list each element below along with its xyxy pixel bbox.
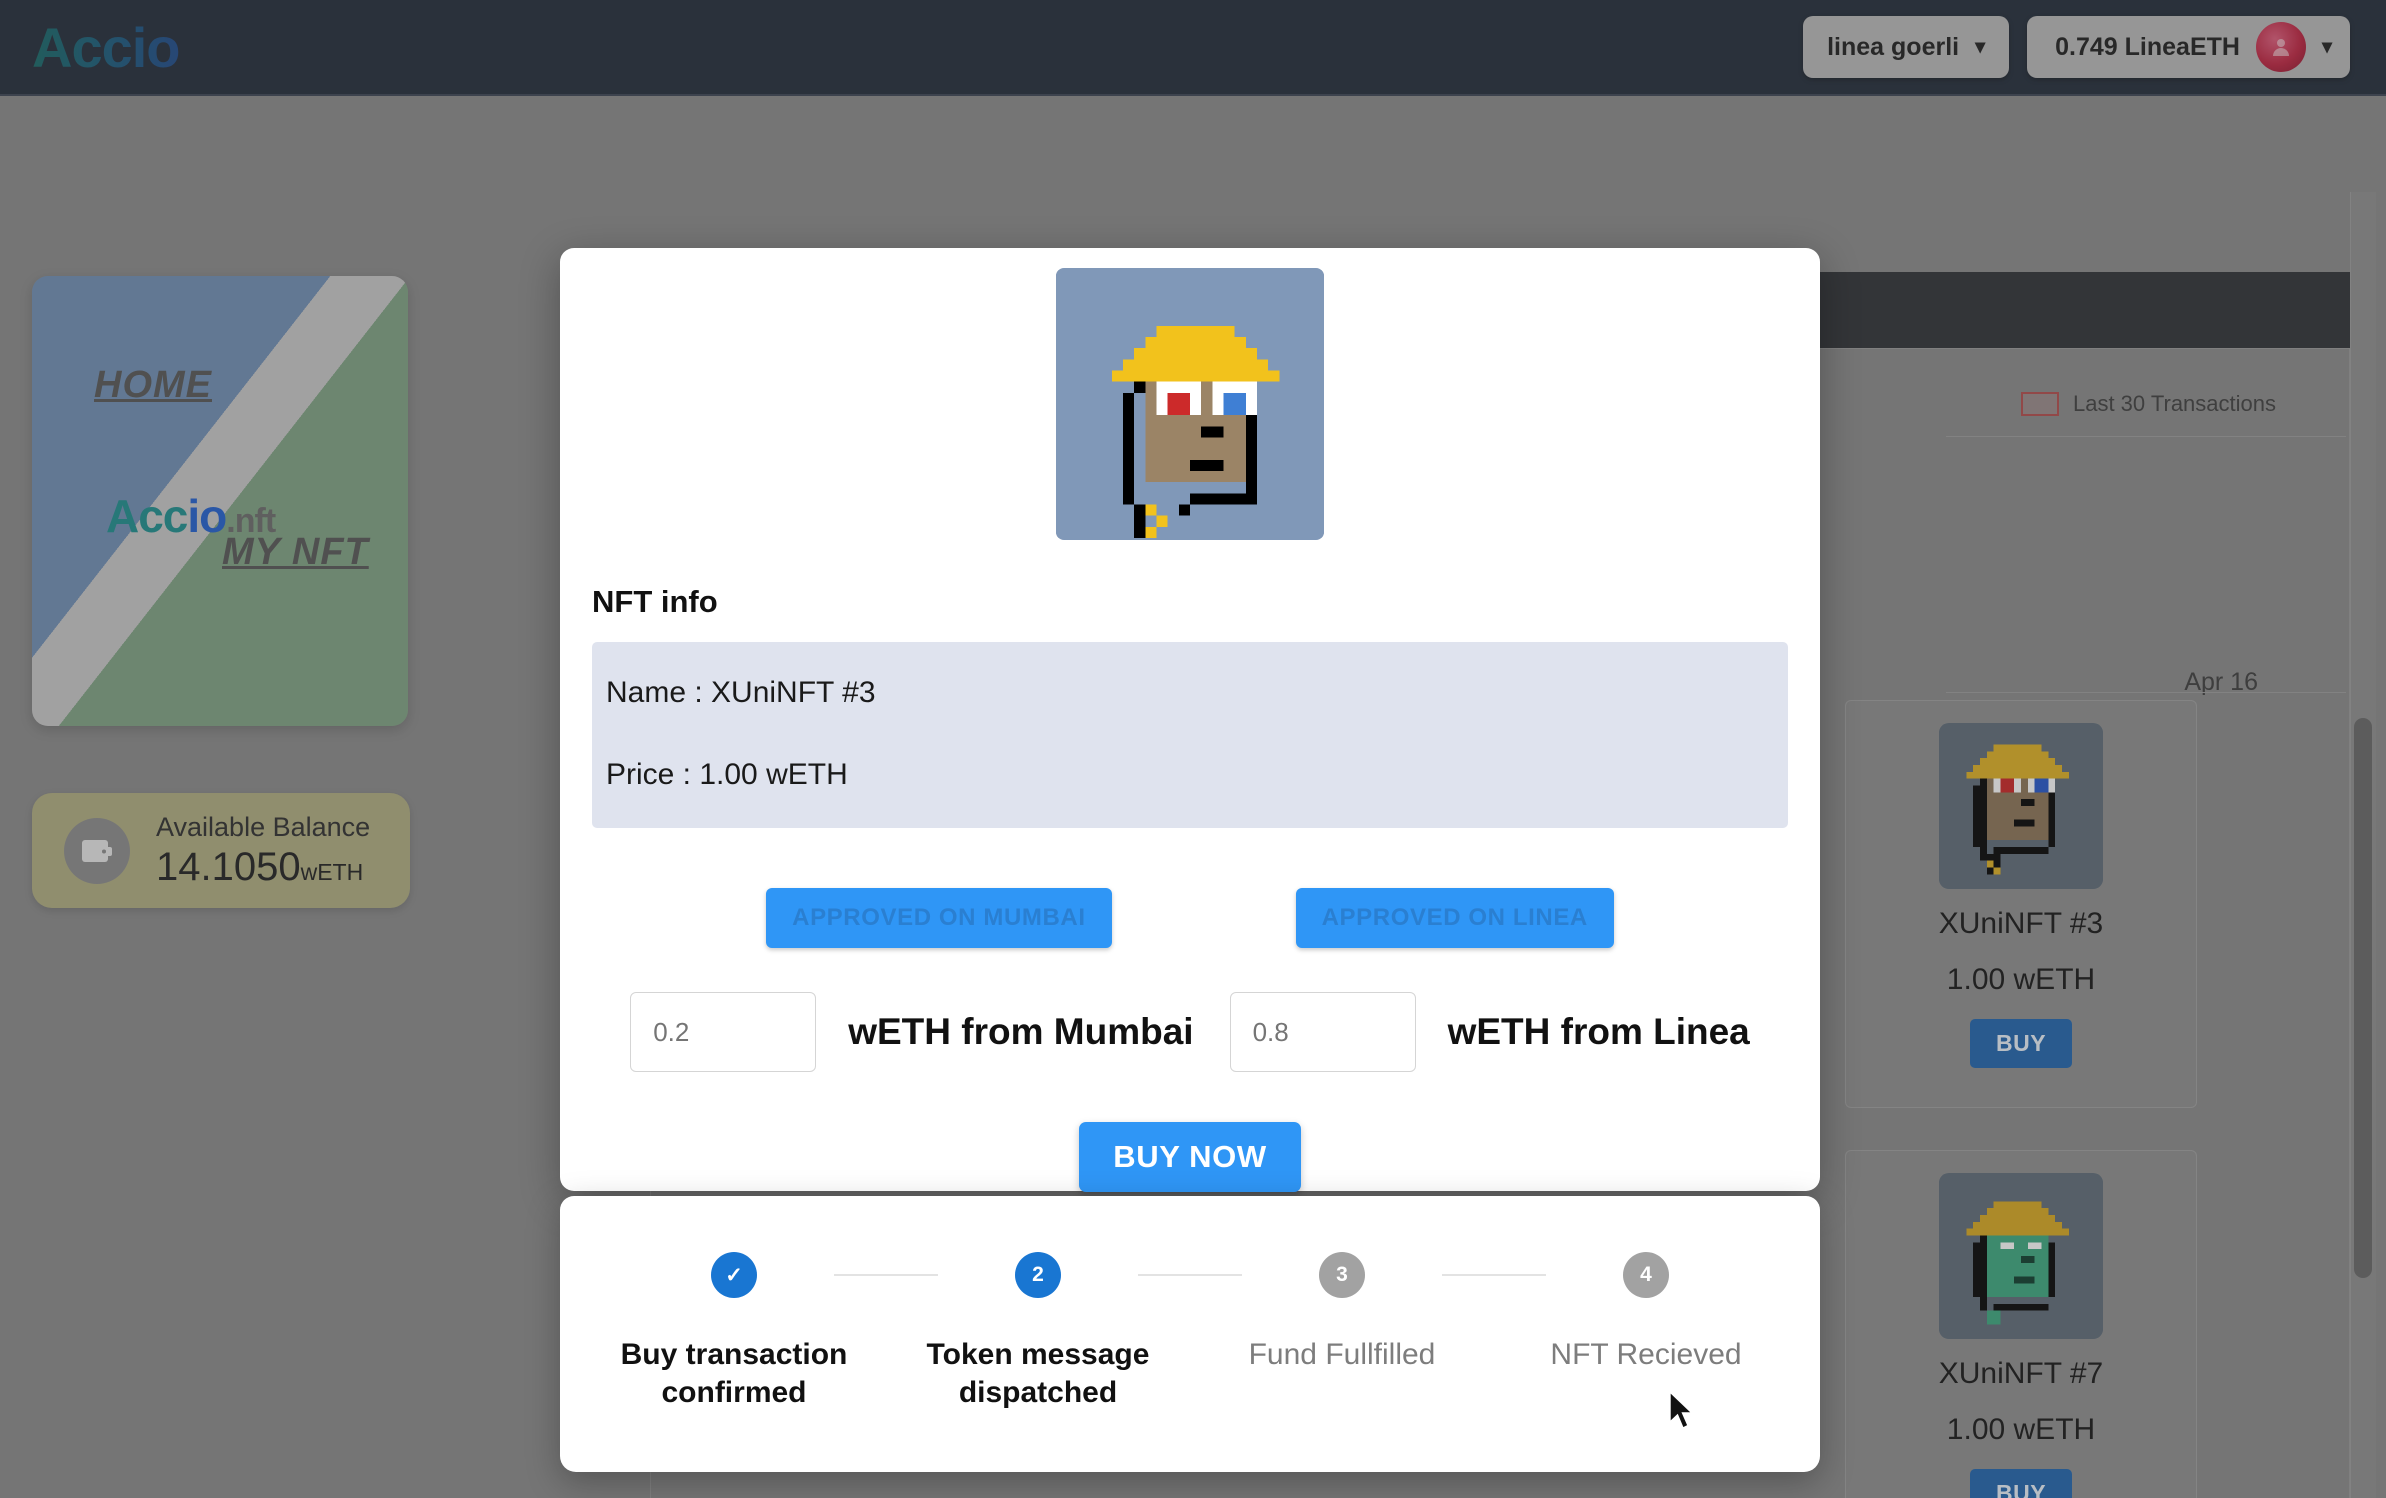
nft-info-heading: NFT info — [592, 584, 718, 619]
linea-amount-group: wETH from Linea — [1229, 992, 1750, 1072]
mumbai-amount-input[interactable] — [630, 992, 817, 1072]
step-connector — [1138, 1274, 1242, 1276]
nft-info-name: Name : XUniNFT #3 — [606, 676, 876, 709]
app-root: Accio linea goerli ▾ 0.749 LineaETH ▾ Cr… — [0, 0, 2386, 1498]
approve-buttons-row: APPROVED ON MUMBAI APPROVED ON LINEA — [560, 888, 1820, 948]
step-marker-3: 3 — [1319, 1252, 1365, 1298]
nft-info-panel: Name : XUniNFT #3 Price : 1.00 wETH — [592, 642, 1788, 828]
linea-amount-input[interactable] — [1229, 992, 1416, 1072]
modal-avatar-wrap — [560, 248, 1820, 540]
step-connector — [1442, 1274, 1546, 1276]
approve-linea-button[interactable]: APPROVED ON LINEA — [1295, 888, 1614, 948]
step-buy-transaction-confirmed[interactable]: ✓ Buy transaction confirmed — [621, 1252, 847, 1413]
linea-amount-label: wETH from Linea — [1447, 1011, 1750, 1052]
nft-info-price: Price : 1.00 wETH — [606, 758, 848, 791]
step-label: NFT Recieved — [1550, 1338, 1742, 1371]
step-fund-fullfilled[interactable]: 3 Fund Fullfilled — [1242, 1252, 1442, 1374]
step-token-message-dispatched[interactable]: 2 Token message dispatched — [927, 1252, 1149, 1413]
amount-inputs-row: wETH from Mumbai wETH from Linea — [560, 992, 1820, 1072]
step-nft-recieved[interactable]: 4 NFT Recieved — [1546, 1252, 1746, 1374]
step-label: Fund Fullfilled — [1248, 1338, 1436, 1371]
punk-avatar-icon — [1056, 268, 1324, 540]
step-marker-4: 4 — [1623, 1252, 1669, 1298]
mouse-cursor — [1668, 1390, 1698, 1439]
step-marker-2: 2 — [1015, 1252, 1061, 1298]
transaction-stepper: ✓ Buy transaction confirmed 2 Token mess… — [560, 1196, 1820, 1413]
buy-now-button[interactable]: BUY NOW — [1079, 1122, 1301, 1192]
step-label: Token message dispatched — [926, 1338, 1150, 1410]
step-marker-check-icon: ✓ — [711, 1252, 757, 1298]
buy-nft-modal: NFT info Name : XUniNFT #3 Price : 1.00 … — [560, 248, 1820, 1192]
step-label: Buy transaction confirmed — [620, 1338, 848, 1410]
step-connector — [834, 1274, 938, 1276]
buy-now-row: BUY NOW — [560, 1122, 1820, 1192]
mumbai-amount-group: wETH from Mumbai — [630, 992, 1194, 1072]
approve-mumbai-button[interactable]: APPROVED ON MUMBAI — [766, 888, 1112, 948]
transaction-progress-card: ✓ Buy transaction confirmed 2 Token mess… — [560, 1196, 1820, 1472]
mumbai-amount-label: wETH from Mumbai — [848, 1011, 1194, 1052]
